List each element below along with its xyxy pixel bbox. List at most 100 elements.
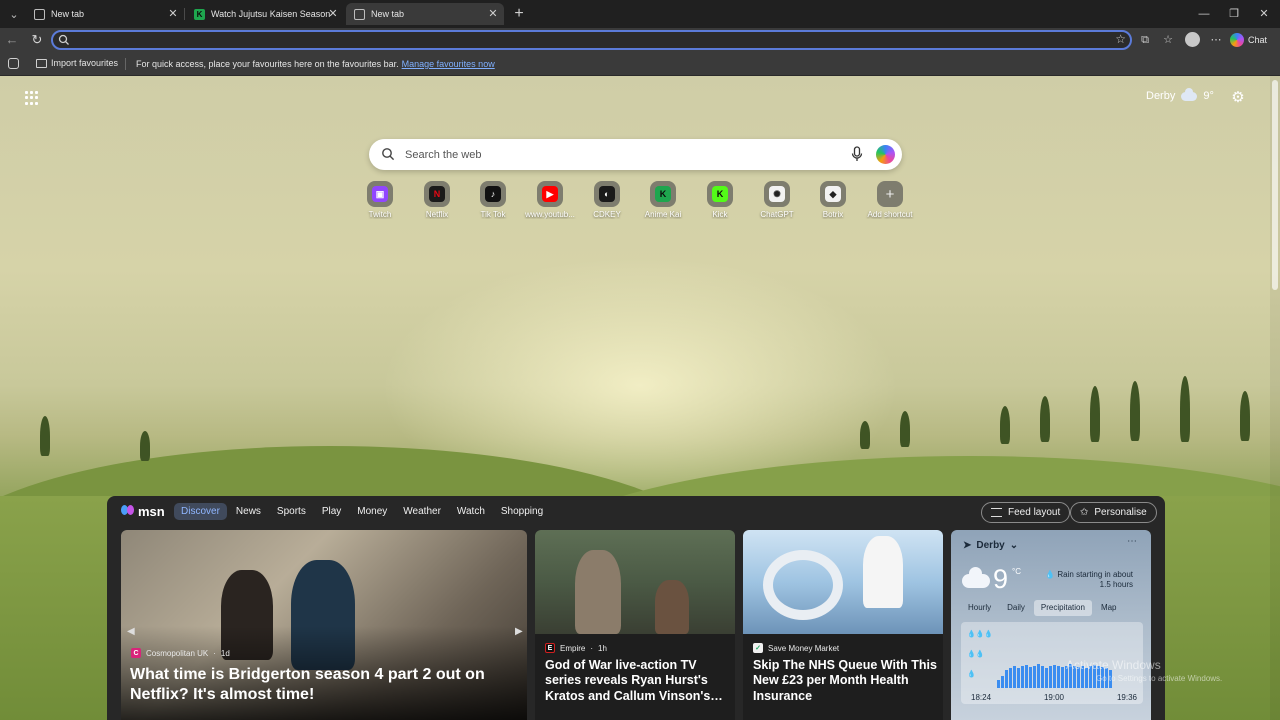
personalise-button[interactable]: ✩ Personalise [1070,502,1157,523]
msn-tab-weather[interactable]: Weather [396,503,448,520]
close-icon[interactable]: ✕ [166,7,180,21]
apps-launcher-icon[interactable] [25,91,39,105]
feed-layout-button[interactable]: Feed layout [981,502,1071,523]
shortcut-tile: K [707,181,733,207]
source-name: Empire [560,643,586,653]
person-figure [863,536,903,608]
weather-tab-daily[interactable]: Daily [1000,600,1032,616]
shortcut-tile: ♪ [480,181,506,207]
msn-logo-text: msn [138,504,165,519]
import-favourites-button[interactable]: Import favourites [36,58,118,68]
msn-tab-shopping[interactable]: Shopping [494,503,550,520]
manage-favourites-link[interactable]: Manage favourites now [402,59,495,69]
kick-icon: K [712,186,728,202]
personalise-label: Personalise [1094,507,1147,518]
dot-separator: · [213,648,216,658]
new-tab-button[interactable]: + [510,5,528,23]
weather-widget[interactable]: Derby 9° [1146,87,1214,102]
msn-tab-discover[interactable]: Discover [174,503,227,520]
tab-new-tab-active[interactable]: New tab ✕ [346,3,504,25]
scrollbar-thumb[interactable] [1272,80,1278,290]
msn-tab-play[interactable]: Play [315,503,348,520]
shortcut-chatgpt[interactable]: ✺ ChatGPT [748,181,806,219]
mri-scanner [763,550,843,620]
msn-feed: msn Discover News Sports Play Money Weat… [107,496,1165,720]
microphone-icon[interactable] [850,146,864,162]
search-input[interactable] [405,146,835,163]
msn-tab-sports[interactable]: Sports [270,503,313,520]
page-scrollbar[interactable] [1270,76,1280,720]
tab-strip: ⌄ New tab ✕ K Watch Jujutsu Kaisen Seaso… [0,0,1280,28]
msn-tab-news[interactable]: News [229,503,268,520]
restore-button[interactable]: ❐ [1226,6,1242,22]
dot-separator: · [590,643,594,653]
weather-card[interactable]: ➤ Derby ⌄ ⋯ 9 °C 💧 Rain starting in abou… [951,530,1151,720]
shortcut-tiktok[interactable]: ♪ Tik Tok [464,181,522,219]
weather-tab-map[interactable]: Map [1094,600,1124,616]
refresh-icon: ↻ [31,32,43,47]
copilot-chat-button[interactable]: Chat [1230,31,1276,49]
news-card-bridgerton[interactable]: ◀ ▶ C Cosmopolitan UK · 1d What time is … [121,530,527,720]
chevron-right-icon[interactable]: ▶ [515,626,523,637]
news-headline[interactable]: Skip The NHS Queue With This New £23 per… [753,658,937,704]
back-button[interactable]: ← [4,32,20,48]
tab-actions-menu[interactable]: ⌄ [4,4,24,24]
news-card-health-insurance[interactable]: ✓ Save Money Market Skip The NHS Queue W… [743,530,943,720]
news-headline[interactable]: What time is Bridgerton season 4 part 2 … [130,665,500,704]
copilot-icon[interactable] [876,145,895,164]
raindrop-icon: 💧 [1045,570,1056,579]
rain-forecast-text: Rain starting in about 1.5 hours [1057,570,1133,590]
msn-tab-money[interactable]: Money [350,503,394,520]
time-label: 19:00 [1043,693,1065,702]
address-bar[interactable]: ☆ [51,30,1132,50]
chatgpt-icon: ✺ [769,186,785,202]
address-input[interactable] [75,33,1105,47]
shortcut-anime-kai[interactable]: K Anime Kai [634,181,692,219]
close-window-button[interactable]: ✕ [1256,6,1272,22]
web-search-box[interactable] [369,139,902,170]
shortcut-netflix[interactable]: N Netflix [408,181,466,219]
search-icon [58,34,69,45]
weather-tab-precipitation[interactable]: Precipitation [1033,600,1092,616]
msn-tab-watch[interactable]: Watch [450,503,492,520]
plus-icon: + [885,185,895,203]
shortcut-label: CDKEY [593,210,621,219]
shortcut-cdkey[interactable]: ◐ CDKEY [578,181,636,219]
close-icon[interactable]: ✕ [486,7,500,21]
more-options-icon[interactable]: ⋯ [1127,536,1137,547]
weather-tab-hourly[interactable]: Hourly [961,600,998,616]
news-card-god-of-war[interactable]: E Empire · 1h God of War live-action TV … [535,530,735,720]
shortcut-tile: ▶ [537,181,563,207]
extensions-icon[interactable]: ⧉ [1137,32,1153,48]
tab-jujutsu-kaisen[interactable]: K Watch Jujutsu Kaisen Season 2 in HD ✕ [186,3,344,25]
weather-location[interactable]: ➤ Derby ⌄ [963,540,1018,551]
minimize-button[interactable]: — [1196,6,1212,22]
cloud-icon [1181,87,1198,101]
news-headline[interactable]: God of War live-action TV series reveals… [545,658,729,704]
collections-icon[interactable] [8,58,19,69]
add-shortcut-button[interactable]: + Add shortcut [861,181,919,219]
msn-logo[interactable]: msn [121,504,165,519]
copilot-icon [1230,33,1244,47]
favourite-star-icon[interactable]: ☆ [1115,32,1126,46]
profile-avatar[interactable] [1185,32,1200,47]
page-icon [34,8,45,20]
gear-icon[interactable]: ⚙ [1230,90,1246,106]
news-age: 1h [598,643,607,653]
source-name: Save Money Market [768,643,840,653]
cypress-tree [40,416,50,456]
close-icon[interactable]: ✕ [326,7,340,21]
tab-new-tab-1[interactable]: New tab ✕ [26,3,185,25]
more-options-icon[interactable]: ⋯ [1208,32,1224,48]
shortcut-botrix[interactable]: ◆ Botrix [804,181,862,219]
empire-icon: E [545,643,555,653]
shortcut-twitch[interactable]: ▣ Twitch [351,181,409,219]
refresh-button[interactable]: ↻ [29,32,45,48]
heavy-rain-icon: 💧💧💧 [967,631,994,638]
favourites-icon[interactable]: ☆ [1160,32,1176,48]
chevron-left-icon[interactable]: ◀ [127,626,135,637]
shortcut-kick[interactable]: K Kick [691,181,749,219]
anime-kai-icon: K [655,186,671,202]
shortcut-youtube[interactable]: ▶ www.youtub... [521,181,579,219]
botrix-icon: ◆ [825,186,841,202]
